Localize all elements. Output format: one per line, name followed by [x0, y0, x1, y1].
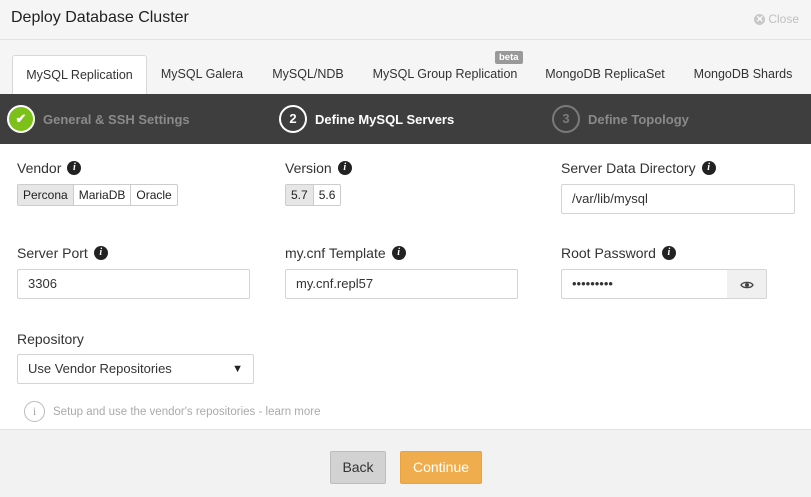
- dropdown-arrow-icon: ▼: [232, 363, 243, 375]
- back-button[interactable]: Back: [330, 451, 386, 484]
- info-icon[interactable]: i: [67, 161, 82, 175]
- root-password-input[interactable]: •••••••••: [561, 269, 728, 299]
- cluster-type-tabs: MySQL Replication MySQL Galera MySQL/NDB…: [0, 40, 811, 95]
- step-define-servers[interactable]: 2 Define MySQL Servers: [279, 104, 454, 134]
- info-icon[interactable]: i: [93, 246, 108, 260]
- step-number: 3: [552, 105, 580, 133]
- beta-badge: beta: [495, 51, 523, 64]
- step-number: 2: [279, 105, 307, 133]
- root-password-label: Root Password i: [561, 245, 676, 261]
- step-label: General & SSH Settings: [43, 111, 190, 127]
- tab-mysql-ndb[interactable]: MySQL/NDB: [260, 55, 356, 94]
- data-dir-label: Server Data Directory i: [561, 160, 716, 176]
- template-label-text: my.cnf Template: [285, 245, 386, 261]
- repository-label: Repository: [17, 331, 84, 347]
- vendor-label-text: Vendor: [17, 160, 62, 176]
- step-label: Define MySQL Servers: [315, 111, 455, 127]
- tab-mongodb-shards[interactable]: MongoDB Shards: [684, 55, 802, 94]
- close-icon: ✕: [754, 13, 766, 25]
- version-label-text: Version: [285, 160, 332, 176]
- repository-label-text: Repository: [17, 331, 84, 347]
- continue-button[interactable]: Continue: [400, 451, 482, 484]
- data-dir-input[interactable]: /var/lib/mysql: [561, 184, 795, 214]
- close-label: Close: [768, 12, 799, 26]
- tab-mysql-galera[interactable]: MySQL Galera: [150, 55, 254, 94]
- version-label: Version i: [285, 160, 352, 176]
- vendor-label: Vendor i: [17, 160, 82, 176]
- vendor-option-oracle[interactable]: Oracle: [131, 185, 176, 205]
- deploy-dialog: Deploy Database Cluster ✕ Close MySQL Re…: [0, 0, 811, 497]
- template-input[interactable]: my.cnf.repl57: [285, 269, 518, 299]
- wizard-steps: ✔ General & SSH Settings 2 Define MySQL …: [0, 94, 811, 144]
- step-label: Define Topology: [588, 111, 689, 127]
- port-input[interactable]: 3306: [17, 269, 250, 299]
- info-icon[interactable]: i: [391, 246, 406, 260]
- dialog-footer: Back Continue: [0, 429, 811, 497]
- dialog-title: Deploy Database Cluster: [11, 9, 189, 26]
- vendor-option-mariadb[interactable]: MariaDB: [74, 185, 132, 205]
- info-icon[interactable]: i: [701, 161, 716, 175]
- template-label: my.cnf Template i: [285, 245, 406, 261]
- version-selector: 5.7 5.6: [285, 184, 342, 206]
- repository-select[interactable]: Use Vendor Repositories ▼: [17, 354, 254, 384]
- data-dir-label-text: Server Data Directory: [561, 160, 696, 176]
- dialog-header: Deploy Database Cluster ✕ Close: [0, 0, 811, 40]
- info-icon[interactable]: i: [337, 161, 352, 175]
- repository-value: Use Vendor Repositories: [28, 361, 172, 376]
- root-password-label-text: Root Password: [561, 245, 656, 261]
- vendor-selector: Percona MariaDB Oracle: [17, 184, 178, 206]
- step-define-topology[interactable]: 3 Define Topology: [552, 104, 689, 134]
- version-option-56[interactable]: 5.6: [314, 185, 341, 205]
- tab-mongodb-replicaset[interactable]: MongoDB ReplicaSet: [536, 55, 674, 94]
- close-button[interactable]: ✕ Close: [754, 12, 799, 26]
- port-label: Server Port i: [17, 245, 108, 261]
- version-option-57[interactable]: 5.7: [286, 185, 314, 205]
- port-label-text: Server Port: [17, 245, 88, 261]
- show-password-button[interactable]: [727, 269, 767, 299]
- tab-mysql-replication[interactable]: MySQL Replication: [12, 55, 147, 95]
- step-general-ssh[interactable]: ✔ General & SSH Settings: [7, 104, 190, 134]
- hint-text: Setup and use the vendor's repositories …: [53, 405, 321, 418]
- eye-icon: [739, 282, 754, 289]
- checkmark-icon: ✔: [7, 105, 35, 133]
- info-icon: i: [24, 401, 45, 422]
- vendor-option-percona[interactable]: Percona: [18, 185, 74, 205]
- info-icon[interactable]: i: [661, 246, 676, 260]
- repository-hint: i Setup and use the vendor's repositorie…: [24, 401, 320, 422]
